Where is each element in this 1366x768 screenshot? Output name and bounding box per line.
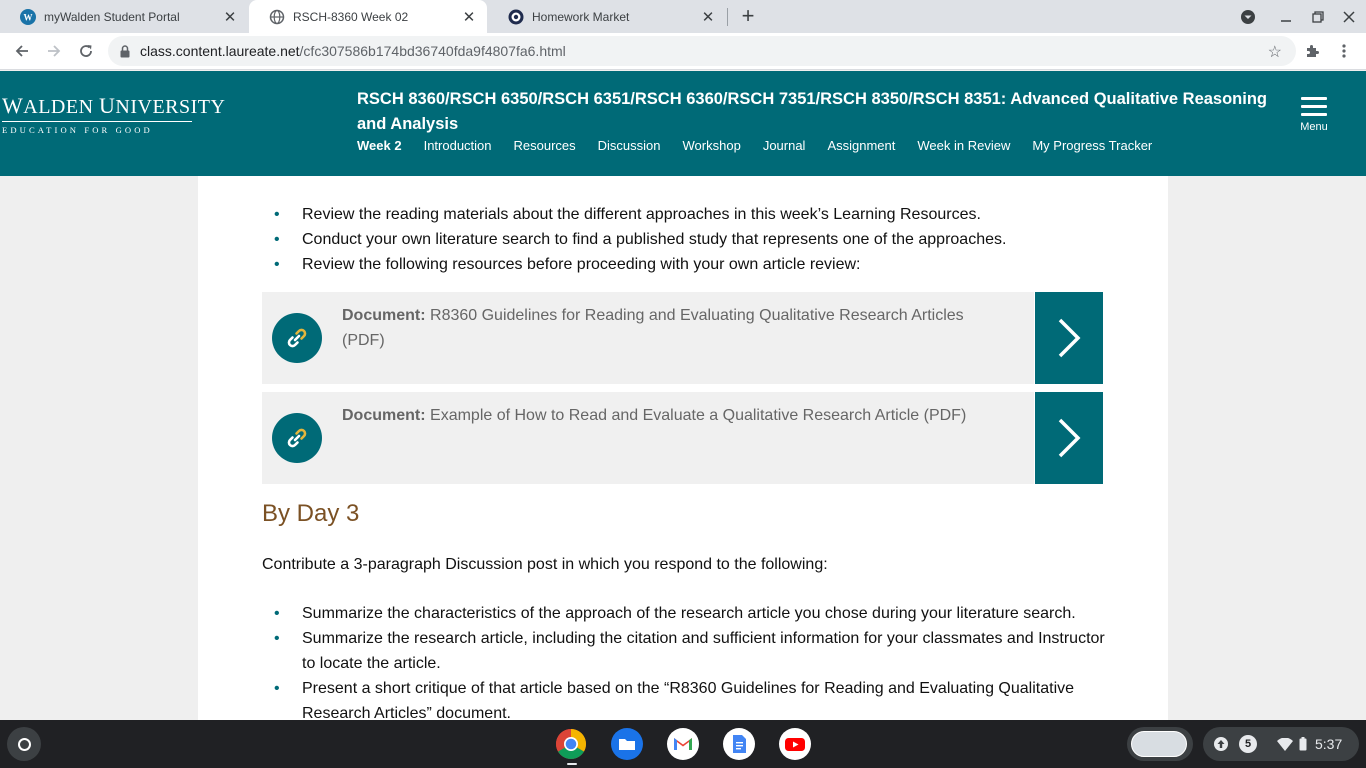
nav-discussion[interactable]: Discussion (598, 138, 661, 153)
tab-rsch-week02[interactable]: RSCH-8360 Week 02 ✕ (249, 0, 487, 33)
gmail-icon[interactable] (667, 728, 699, 760)
tab-title: myWalden Student Portal (44, 9, 180, 24)
holding-space-button[interactable] (1127, 727, 1193, 761)
nav-resources[interactable]: Resources (514, 138, 576, 153)
notification-count-badge: 5 (1239, 735, 1257, 753)
tab-mywalden[interactable]: W myWalden Student Portal ✕ (0, 0, 248, 33)
course-header: WALDEN UNIVERSITY EDUCATION FOR GOOD RSC… (0, 71, 1366, 176)
restore-icon[interactable] (1307, 6, 1329, 28)
launcher-circle-icon (17, 737, 31, 751)
list-item: Summarize the characteristics of the app… (262, 601, 1122, 626)
lock-icon[interactable] (120, 44, 130, 58)
menu-label: Menu (1300, 121, 1328, 133)
nav-my-progress-tracker[interactable]: My Progress Tracker (1032, 138, 1152, 153)
browser-toolbar: class.content.laureate.net/cfc307586b174… (0, 33, 1366, 70)
list-item: Review the following resources before pr… (262, 252, 1122, 277)
new-tab-button[interactable]: + (736, 3, 760, 28)
browser-menu-kebab-icon[interactable] (1330, 37, 1358, 65)
battery-icon (1299, 737, 1307, 751)
tab-separator (727, 8, 728, 26)
status-tray[interactable]: 5 5:37 (1203, 727, 1359, 761)
tab-homework-market[interactable]: Homework Market ✕ (488, 0, 726, 33)
logo-wordmark: WALDEN UNIVERSITY (2, 93, 226, 118)
svg-text:W: W (24, 12, 33, 22)
wifi-icon (1277, 737, 1293, 751)
os-shelf: 5 5:37 (0, 720, 1366, 768)
link-icon (272, 413, 322, 463)
document-link-card[interactable]: Document: Example of How to Read and Eva… (262, 392, 1103, 484)
document-link-card[interactable]: Document: R8360 Guidelines for Reading a… (262, 292, 1103, 384)
course-title: RSCH 8360/RSCH 6350/RSCH 6351/RSCH 6360/… (357, 90, 1268, 133)
document-title[interactable]: Document: Example of How to Read and Eva… (342, 403, 992, 428)
tab-title: Homework Market (532, 9, 630, 24)
discussion-instruction: Contribute a 3-paragraph Discussion post… (262, 556, 828, 573)
forward-arrow-icon[interactable] (40, 37, 68, 65)
nav-assignment[interactable]: Assignment (827, 138, 895, 153)
files-icon[interactable] (611, 728, 643, 760)
list-item: Present a short critique of that article… (262, 676, 1122, 720)
close-tab-icon[interactable]: ✕ (220, 7, 240, 27)
minimize-icon[interactable] (1275, 6, 1297, 28)
url-host: class.content.laureate.net (140, 43, 300, 59)
logo-tagline: EDUCATION FOR GOOD (2, 125, 153, 135)
chevron-right-icon[interactable] (1034, 392, 1103, 484)
globe-icon (269, 9, 285, 25)
document-title[interactable]: Document: R8360 Guidelines for Reading a… (342, 303, 992, 353)
discussion-requirements-list: Summarize the characteristics of the app… (262, 601, 1122, 720)
close-tab-icon[interactable]: ✕ (459, 7, 479, 27)
extensions-puzzle-icon[interactable] (1298, 37, 1326, 65)
running-indicator (567, 763, 577, 765)
reload-icon[interactable] (72, 37, 100, 65)
browser-tab-strip: W myWalden Student Portal ✕ RSCH-8360 We… (0, 0, 1366, 33)
address-bar[interactable]: class.content.laureate.net/cfc307586b174… (108, 36, 1296, 66)
section-heading-day-3: By Day 3 (262, 500, 360, 527)
bookmark-star-icon[interactable]: ☆ (1268, 42, 1282, 62)
back-arrow-icon[interactable] (8, 37, 36, 65)
menu-button[interactable]: Menu (1296, 97, 1332, 133)
homework-market-icon (508, 9, 524, 25)
chrome-icon[interactable] (555, 728, 587, 760)
logo-divider (2, 121, 192, 122)
clock-time: 5:37 (1315, 736, 1343, 752)
nav-workshop[interactable]: Workshop (683, 138, 741, 153)
nav-week-2[interactable]: Week 2 (357, 138, 402, 153)
screenshot-thumbnail (1131, 731, 1187, 757)
list-item: Review the reading materials about the d… (262, 202, 1122, 227)
walden-w-icon: W (20, 8, 36, 25)
close-tab-icon[interactable]: ✕ (698, 7, 718, 27)
close-window-icon[interactable] (1338, 6, 1360, 28)
course-nav: Week 2 Introduction Resources Discussion… (357, 138, 1174, 153)
list-item: Conduct your own literature search to fi… (262, 227, 1122, 252)
launcher-button[interactable] (7, 727, 41, 761)
hamburger-icon (1301, 97, 1327, 116)
nav-journal[interactable]: Journal (763, 138, 806, 153)
upload-icon (1213, 736, 1229, 752)
chevron-right-icon[interactable] (1034, 292, 1103, 384)
list-item: Summarize the research article, includin… (262, 626, 1122, 676)
instruction-list: Review the reading materials about the d… (262, 202, 1122, 277)
youtube-icon[interactable] (779, 728, 811, 760)
nav-week-in-review[interactable]: Week in Review (917, 138, 1010, 153)
tab-search-icon[interactable] (1237, 6, 1259, 28)
tab-title: RSCH-8360 Week 02 (293, 9, 409, 24)
url-path: /cfc307586b174bd36740fda9f4807fa6.html (299, 43, 566, 59)
main-content: Review the reading materials about the d… (198, 176, 1168, 720)
nav-introduction[interactable]: Introduction (424, 138, 492, 153)
docs-icon[interactable] (723, 728, 755, 760)
walden-university-logo[interactable]: WALDEN UNIVERSITY EDUCATION FOR GOOD (2, 93, 226, 135)
link-icon (272, 313, 322, 363)
